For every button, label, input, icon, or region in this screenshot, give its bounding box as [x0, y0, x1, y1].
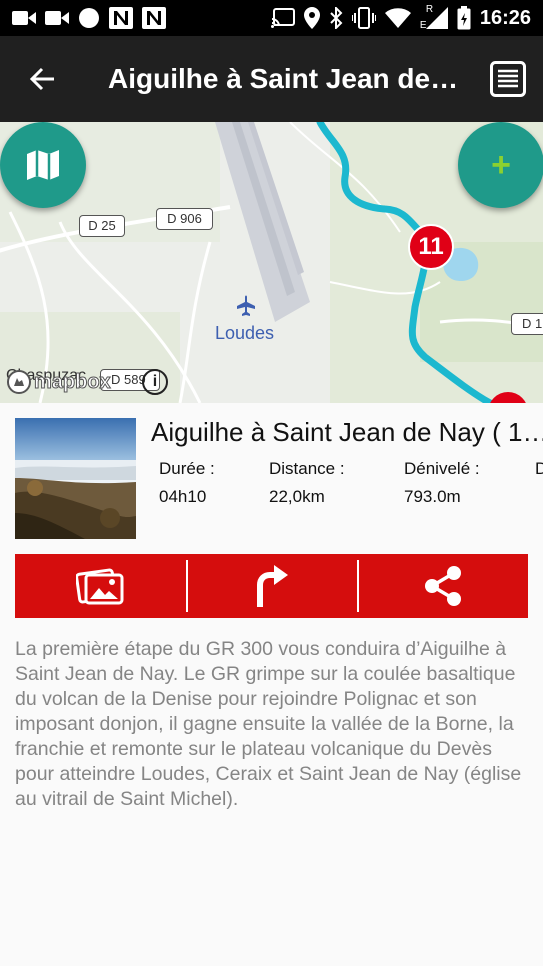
route-title: Aiguilhe à Saint Jean de Nay ( 1…	[151, 417, 543, 447]
map-view[interactable]: D 25 D 906 D 1 D 589 Loudes Chaspuzac 11…	[0, 122, 543, 403]
mapbox-logo: mapbox	[6, 368, 111, 396]
photos-icon	[75, 568, 123, 605]
add-button[interactable]: +	[458, 122, 543, 208]
share-button[interactable]	[357, 554, 528, 618]
stat-value: 04h10	[159, 487, 207, 506]
map-layers-button[interactable]	[0, 122, 86, 208]
video-icon	[12, 11, 36, 25]
stat-label: Durée :	[159, 459, 215, 478]
stat-distance: Distance : 22,0km	[269, 459, 345, 507]
route-thumbnail[interactable]	[15, 418, 136, 539]
road-label: D 25	[79, 215, 125, 237]
app-bar: Aiguilhe à Saint Jean de…	[0, 36, 543, 122]
directions-icon	[256, 565, 288, 607]
map-icon	[27, 150, 59, 180]
bluetooth-icon	[330, 7, 343, 29]
photos-button[interactable]	[15, 554, 186, 618]
wifi-icon	[384, 8, 411, 28]
stat-duration: Durée : 04h10	[159, 459, 215, 507]
stat-truncated: D	[535, 459, 543, 479]
video-icon	[45, 11, 69, 25]
stat-value: 793.0m	[404, 487, 461, 506]
stat-elevation: Dénivelé : 793.0m	[404, 459, 480, 507]
stat-value: 22,0km	[269, 487, 325, 506]
clock: 16:26	[479, 6, 531, 29]
stat-label: Dénivelé :	[404, 459, 480, 478]
cast-icon	[270, 8, 295, 28]
n-notification-icon	[109, 7, 133, 29]
road-label: D 906	[156, 208, 213, 230]
arrow-back-icon	[29, 67, 54, 91]
action-bar	[15, 554, 528, 618]
route-description: La première étape du GR 300 vous conduir…	[15, 638, 522, 810]
road-label: D 1	[511, 313, 543, 335]
circle-icon	[79, 8, 99, 28]
directions-button[interactable]	[186, 554, 357, 618]
list-icon	[490, 61, 526, 97]
plus-icon: +	[491, 146, 511, 184]
route-step-marker[interactable]: 11	[408, 224, 454, 270]
landscape-photo	[15, 418, 136, 539]
mapbox-icon	[7, 370, 31, 394]
list-button[interactable]	[487, 58, 529, 100]
attribution-info-button[interactable]: i	[142, 369, 168, 395]
roaming-label: R	[425, 4, 434, 15]
page-title: Aiguilhe à Saint Jean de…	[108, 63, 459, 94]
signal-icon: R E	[419, 4, 448, 31]
back-button[interactable]	[0, 36, 84, 122]
mapbox-wordmark: mapbox	[34, 370, 112, 393]
location-icon	[303, 7, 320, 29]
share-icon	[424, 566, 461, 606]
battery-icon	[457, 6, 471, 30]
stat-label: Distance :	[269, 459, 345, 478]
vibrate-icon	[351, 7, 376, 29]
network-label: E	[419, 20, 427, 31]
n-notification-icon	[142, 7, 166, 29]
place-label: Loudes	[215, 323, 275, 343]
stat-label: D	[535, 459, 543, 478]
status-bar: R E 16:26	[0, 0, 543, 36]
route-info-panel: Aiguilhe à Saint Jean de Nay ( 1… Durée …	[0, 403, 543, 548]
